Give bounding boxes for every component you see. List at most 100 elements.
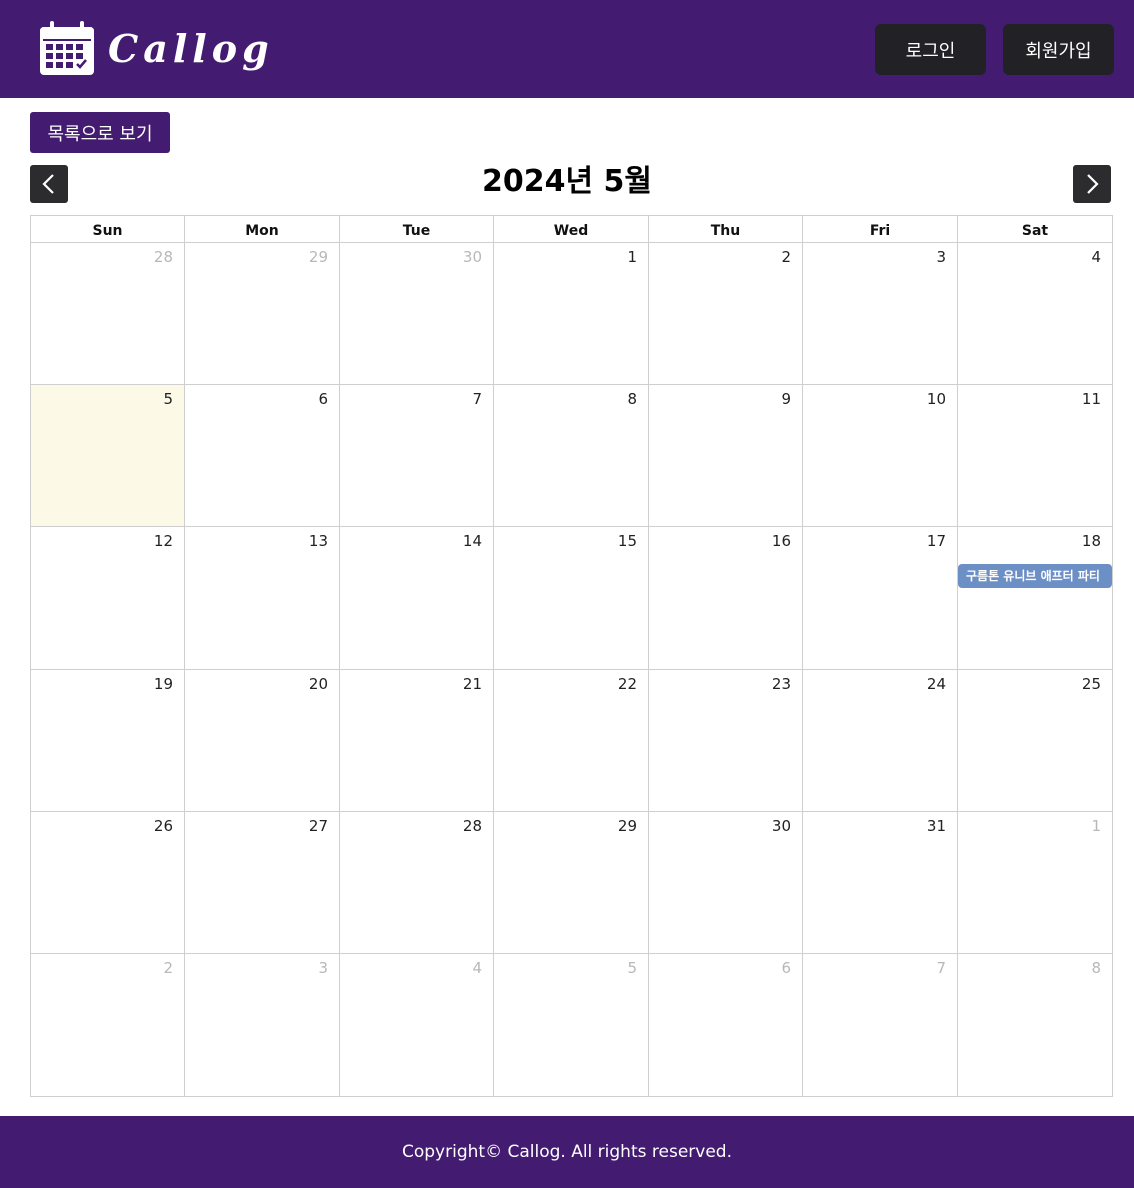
- weekday-header: Thu: [649, 216, 803, 243]
- day-cell[interactable]: 25: [958, 670, 1112, 812]
- day-number: 14: [462, 532, 482, 550]
- month-title: 2024년 5월: [481, 164, 652, 199]
- weekday-header: Sat: [958, 216, 1112, 243]
- day-cell[interactable]: 19: [31, 670, 185, 812]
- day-number: 30: [462, 248, 482, 266]
- day-cell[interactable]: 29: [185, 243, 340, 385]
- day-number: 4: [1091, 248, 1101, 266]
- day-cell[interactable]: 22: [494, 670, 649, 812]
- day-cell[interactable]: 24: [803, 670, 958, 812]
- day-number: 15: [617, 532, 637, 550]
- day-number: 28: [153, 248, 173, 266]
- day-cell[interactable]: 3: [185, 954, 340, 1096]
- day-cell[interactable]: 21: [340, 670, 494, 812]
- day-number: 1: [1091, 817, 1101, 835]
- day-number: 21: [462, 675, 482, 693]
- weekday-header: Wed: [494, 216, 649, 243]
- next-month-button[interactable]: [1073, 165, 1111, 203]
- day-number: 5: [163, 390, 173, 408]
- day-number: 13: [308, 532, 328, 550]
- day-cell[interactable]: 15: [494, 527, 649, 670]
- day-number: 12: [153, 532, 173, 550]
- day-cell[interactable]: 30: [340, 243, 494, 385]
- day-number: 9: [781, 390, 791, 408]
- day-number: 1: [627, 248, 637, 266]
- day-number: 7: [472, 390, 482, 408]
- day-number: 8: [1091, 959, 1101, 977]
- day-number: 5: [627, 959, 637, 977]
- weekday-header-row: Sun Mon Tue Wed Thu Fri Sat: [31, 216, 1112, 243]
- day-number: 24: [926, 675, 946, 693]
- day-cell[interactable]: 14: [340, 527, 494, 670]
- logo-text: Callog: [108, 26, 274, 71]
- day-cell[interactable]: 8: [958, 954, 1112, 1096]
- day-cell[interactable]: 6: [185, 385, 340, 527]
- day-cell[interactable]: 23: [649, 670, 803, 812]
- day-cell[interactable]: 4: [340, 954, 494, 1096]
- day-number: 22: [617, 675, 637, 693]
- day-number: 30: [771, 817, 791, 835]
- calendar-logo-icon: [40, 21, 94, 75]
- day-cell[interactable]: 16: [649, 527, 803, 670]
- logo[interactable]: Callog: [38, 20, 274, 78]
- day-cell[interactable]: 1: [494, 243, 649, 385]
- day-number: 23: [771, 675, 791, 693]
- day-cell[interactable]: 9: [649, 385, 803, 527]
- signup-button[interactable]: 회원가입: [1003, 24, 1114, 75]
- day-cell[interactable]: 26: [31, 812, 185, 954]
- day-number: 10: [926, 390, 946, 408]
- day-number: 28: [462, 817, 482, 835]
- day-number: 26: [153, 817, 173, 835]
- chevron-left-icon: [42, 174, 54, 194]
- day-cell[interactable]: 4: [958, 243, 1112, 385]
- day-number: 4: [472, 959, 482, 977]
- day-cell[interactable]: 12: [31, 527, 185, 670]
- day-number: 31: [926, 817, 946, 835]
- calendar-grid: Sun Mon Tue Wed Thu Fri Sat 28 29 30 1 2 3 4 5 6 7 8 9 10 1…: [30, 215, 1113, 1097]
- day-cell[interactable]: 13: [185, 527, 340, 670]
- weekday-header: Fri: [803, 216, 958, 243]
- day-number: 6: [318, 390, 328, 408]
- day-number: 17: [926, 532, 946, 550]
- day-cell[interactable]: 8: [494, 385, 649, 527]
- day-cell[interactable]: 7: [340, 385, 494, 527]
- day-cell[interactable]: 1: [958, 812, 1112, 954]
- day-cell[interactable]: 5: [494, 954, 649, 1096]
- day-cell[interactable]: 11: [958, 385, 1112, 527]
- day-cell[interactable]: 2: [31, 954, 185, 1096]
- day-cell[interactable]: 31: [803, 812, 958, 954]
- day-number: 3: [936, 248, 946, 266]
- list-view-button[interactable]: 목록으로 보기: [30, 112, 170, 153]
- day-number: 29: [308, 248, 328, 266]
- day-number: 3: [318, 959, 328, 977]
- day-cell[interactable]: 27: [185, 812, 340, 954]
- day-cell[interactable]: 7: [803, 954, 958, 1096]
- day-number: 2: [781, 248, 791, 266]
- day-cell[interactable]: 18 구름톤 유니브 애프터 파티: [958, 527, 1112, 670]
- day-number: 20: [308, 675, 328, 693]
- day-number: 25: [1081, 675, 1101, 693]
- day-cell[interactable]: 6: [649, 954, 803, 1096]
- day-cell[interactable]: 28: [31, 243, 185, 385]
- app-header: Callog 로그인 회원가입: [0, 0, 1134, 98]
- day-number: 8: [627, 390, 637, 408]
- day-number: 7: [936, 959, 946, 977]
- day-cell[interactable]: 2: [649, 243, 803, 385]
- day-number: 18: [1081, 532, 1101, 550]
- day-cell[interactable]: 5: [31, 385, 185, 527]
- day-cell[interactable]: 17: [803, 527, 958, 670]
- login-button[interactable]: 로그인: [875, 24, 986, 75]
- day-cell[interactable]: 29: [494, 812, 649, 954]
- day-cell[interactable]: 10: [803, 385, 958, 527]
- day-cell[interactable]: 20: [185, 670, 340, 812]
- day-cell[interactable]: 28: [340, 812, 494, 954]
- copyright-text: Copyright© Callog. All rights reserved.: [402, 1142, 732, 1162]
- calendar-event[interactable]: 구름톤 유니브 애프터 파티: [958, 564, 1112, 588]
- day-cell[interactable]: 30: [649, 812, 803, 954]
- day-number: 6: [781, 959, 791, 977]
- prev-month-button[interactable]: [30, 165, 68, 203]
- day-cell[interactable]: 3: [803, 243, 958, 385]
- day-number: 16: [771, 532, 791, 550]
- weekday-header: Tue: [340, 216, 494, 243]
- day-number: 2: [163, 959, 173, 977]
